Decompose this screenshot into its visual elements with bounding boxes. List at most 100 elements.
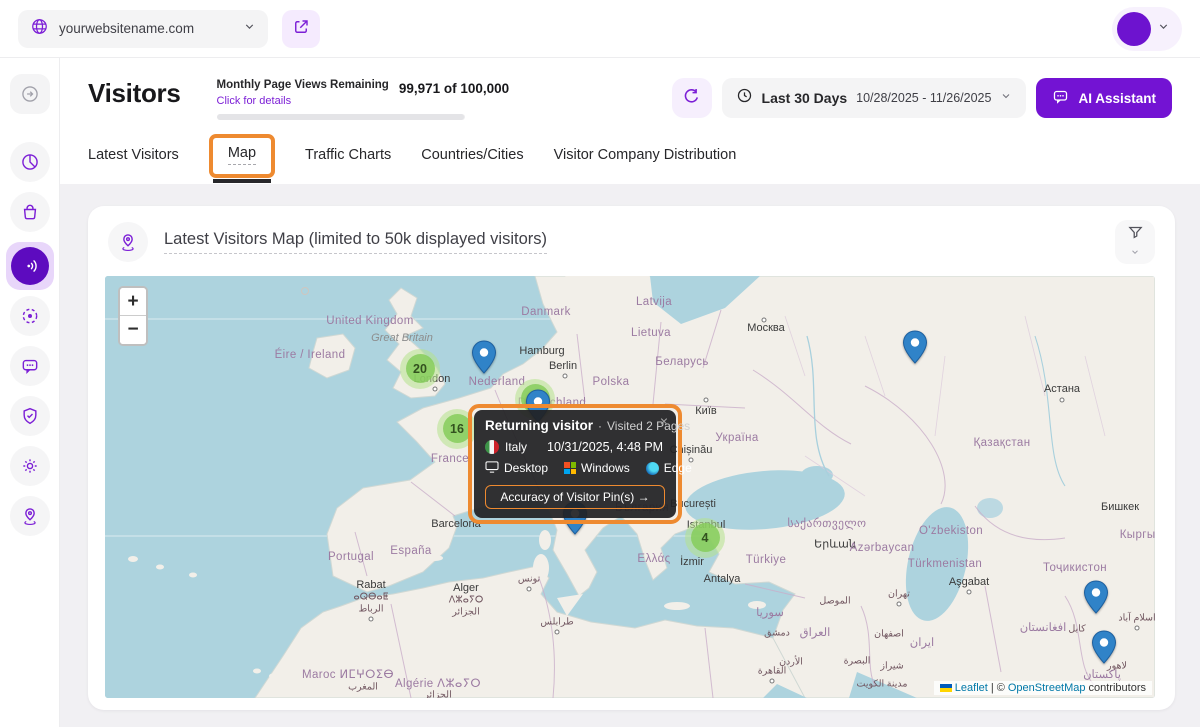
tab-traffic-charts[interactable]: Traffic Charts bbox=[305, 147, 391, 177]
map-city-dot bbox=[555, 629, 560, 634]
map-city-dot bbox=[1135, 625, 1140, 630]
main: Visitors Monthly Page Views Remaining Cl… bbox=[60, 58, 1200, 727]
filter-icon bbox=[1127, 224, 1144, 244]
pageviews-progressbar bbox=[217, 114, 465, 120]
chevron-down-icon bbox=[1130, 245, 1140, 260]
visitor-pin-marker[interactable] bbox=[471, 340, 497, 379]
map-city-dot bbox=[897, 601, 902, 606]
popup-title: Returning visitor bbox=[485, 418, 593, 433]
zoom-out-button[interactable]: − bbox=[120, 316, 146, 344]
pageviews-block: Monthly Page Views Remaining Click for d… bbox=[217, 78, 465, 120]
windows-icon bbox=[564, 462, 576, 474]
pageviews-details-link[interactable]: Click for details bbox=[217, 95, 389, 107]
arrow-right-circle-icon bbox=[20, 84, 40, 104]
page-title: Visitors bbox=[88, 78, 181, 109]
refresh-button[interactable] bbox=[672, 78, 712, 118]
bag-icon bbox=[20, 202, 40, 222]
chevron-down-icon bbox=[1157, 20, 1170, 38]
map-city-dot bbox=[770, 678, 775, 683]
map-zoom-control: + − bbox=[118, 286, 148, 346]
edge-icon bbox=[646, 462, 659, 475]
sidebar-item-privacy[interactable] bbox=[10, 396, 50, 436]
map-card: Latest Visitors Map (limited to 50k disp… bbox=[88, 206, 1175, 710]
sidebar bbox=[0, 58, 60, 727]
tab-visitor-company-distribution[interactable]: Visitor Company Distribution bbox=[554, 147, 737, 177]
pie-icon bbox=[20, 152, 40, 172]
sidebar-item-settings[interactable] bbox=[10, 446, 50, 486]
date-range-label: Last 30 Days bbox=[762, 90, 848, 106]
map-filter-button[interactable] bbox=[1115, 220, 1155, 264]
sidebar-item-collapse[interactable] bbox=[10, 74, 50, 114]
pageviews-label: Monthly Page Views Remaining bbox=[217, 78, 389, 93]
map-city-dot bbox=[1060, 397, 1065, 402]
map-pin-icon bbox=[108, 222, 148, 262]
gear-icon bbox=[20, 456, 40, 476]
map-city-dot bbox=[967, 589, 972, 594]
open-website-button[interactable] bbox=[282, 10, 320, 48]
chevron-down-icon bbox=[243, 20, 256, 38]
popup-close-icon[interactable]: × bbox=[660, 414, 668, 428]
user-menu[interactable] bbox=[1112, 7, 1182, 51]
attribution-suffix: contributors bbox=[1089, 682, 1146, 694]
visitor-pin-marker[interactable] bbox=[902, 330, 928, 369]
zoom-in-button[interactable]: + bbox=[120, 288, 146, 316]
tabs: Latest Visitors Map Traffic Charts Count… bbox=[88, 140, 1172, 184]
cluster-marker-4[interactable]: 4 bbox=[685, 518, 725, 558]
popup-browser: Edge bbox=[664, 461, 692, 475]
chat-icon bbox=[20, 356, 40, 376]
globe-icon bbox=[30, 17, 49, 41]
sidebar-item-sessions[interactable] bbox=[10, 296, 50, 336]
map-card-title: Latest Visitors Map (limited to 50k disp… bbox=[164, 230, 547, 254]
clock-icon bbox=[736, 87, 753, 109]
ukraine-flag-icon bbox=[940, 684, 952, 692]
date-range-selector[interactable]: Last 30 Days 10/28/2025 - 11/26/2025 bbox=[722, 78, 1027, 118]
map-city-dot bbox=[369, 616, 374, 621]
tab-map[interactable]: Map bbox=[228, 145, 256, 165]
cluster-marker-20[interactable]: 20 bbox=[400, 349, 440, 389]
sidebar-item-ecommerce[interactable] bbox=[10, 192, 50, 232]
visitor-pin-marker[interactable] bbox=[1091, 630, 1117, 669]
desktop-icon bbox=[485, 461, 499, 476]
popup-datetime: 10/31/2025, 4:48 PM bbox=[547, 440, 663, 454]
sidebar-item-dashboard[interactable] bbox=[10, 142, 50, 182]
map-city-dot bbox=[704, 397, 709, 402]
pageviews-value: 99,971 of 100,000 bbox=[399, 81, 509, 96]
chevron-down-icon bbox=[1000, 89, 1012, 107]
website-selector[interactable]: yourwebsitename.com bbox=[18, 10, 268, 48]
tab-countries-cities[interactable]: Countries/Cities bbox=[421, 147, 523, 177]
visitor-popup: × Returning visitor · Visited 2 Pages It… bbox=[474, 410, 676, 518]
popup-separator: · bbox=[598, 419, 602, 433]
popup-os: Windows bbox=[581, 461, 630, 475]
popup-visited: Visited 2 Pages bbox=[607, 419, 690, 433]
external-link-icon bbox=[292, 18, 310, 39]
sidebar-item-locations[interactable] bbox=[10, 496, 50, 536]
page-header: Visitors Monthly Page Views Remaining Cl… bbox=[60, 58, 1200, 184]
accuracy-of-visitor-pins-button[interactable]: Accuracy of Visitor Pin(s) → bbox=[485, 485, 665, 509]
visitor-pin-marker[interactable] bbox=[1083, 580, 1109, 619]
map-city-dot bbox=[762, 317, 767, 322]
shield-icon bbox=[20, 406, 40, 426]
attribution-separator: | © bbox=[991, 682, 1005, 694]
map-attribution: Leaflet | © OpenStreetMap contributors bbox=[934, 681, 1152, 695]
openstreetmap-link[interactable]: OpenStreetMap bbox=[1008, 682, 1086, 694]
refresh-icon bbox=[682, 87, 701, 109]
sidebar-item-feedback[interactable] bbox=[10, 346, 50, 386]
content: Latest Visitors Map (limited to 50k disp… bbox=[60, 184, 1200, 710]
ai-assistant-label: AI Assistant bbox=[1078, 91, 1156, 106]
radar-icon bbox=[20, 256, 40, 276]
annotation-popup: × Returning visitor · Visited 2 Pages It… bbox=[468, 404, 682, 524]
map-city-dot bbox=[527, 586, 532, 591]
leaflet-link[interactable]: Leaflet bbox=[955, 682, 988, 694]
sidebar-item-visitors[interactable] bbox=[6, 242, 54, 290]
leaflet-map[interactable]: United KingdomGreat BritainÉire / Irelan… bbox=[105, 276, 1155, 698]
map-city-dot bbox=[563, 373, 568, 378]
ai-assistant-button[interactable]: AI Assistant bbox=[1036, 78, 1172, 118]
app: yourwebsitename.com Visitors bbox=[0, 0, 1200, 727]
pin-icon bbox=[20, 506, 40, 526]
website-name: yourwebsitename.com bbox=[59, 21, 233, 36]
tab-latest-visitors[interactable]: Latest Visitors bbox=[88, 147, 179, 177]
map-city-dot bbox=[433, 386, 438, 391]
date-range-dates: 10/28/2025 - 11/26/2025 bbox=[856, 91, 991, 105]
annotation-map-tab: Map bbox=[209, 134, 275, 178]
avatar bbox=[1117, 12, 1151, 46]
